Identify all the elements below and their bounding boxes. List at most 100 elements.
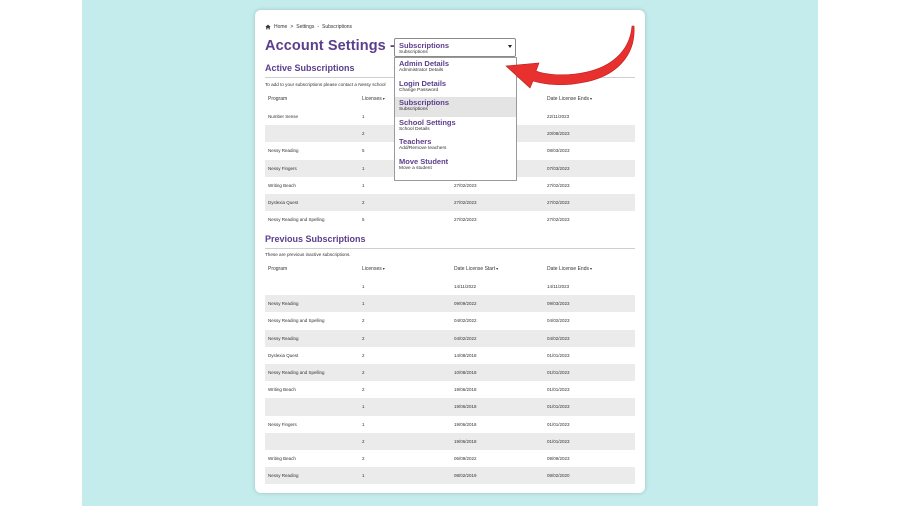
cell-date-start: 27/02/2023	[454, 182, 477, 188]
cell-licenses: 1	[362, 114, 365, 119]
table-row: Nessy Reading 2 04/02/2022 04/02/2023	[265, 329, 635, 347]
cell-licenses: 1	[362, 301, 365, 307]
cell-program: Number Sense	[268, 114, 299, 119]
table-row: 1 14/11/2022 14/11/2023	[265, 278, 635, 295]
previous-note: These are previous inactive subscription…	[265, 252, 351, 257]
cell-date-start: 19/06/2018	[454, 438, 477, 444]
red-arrow-annotation	[505, 25, 635, 89]
cell-date-ends: 07/03/2023	[547, 165, 570, 171]
option-subtitle: Move a student	[399, 165, 432, 171]
cell-date-ends: 01/01/2023	[547, 387, 570, 393]
active-subscriptions-title: Active Subscriptions	[265, 63, 355, 73]
cell-program: Dyslexia Quest	[268, 199, 299, 205]
cell-date-start: 19/06/2018	[454, 404, 477, 410]
sort-down-icon: ▾	[382, 96, 385, 101]
cell-program: Writing Beach	[268, 455, 296, 461]
cell-date-ends: 20/08/2023	[547, 131, 570, 137]
table-row: 2 19/06/2018 01/01/2023	[265, 432, 635, 450]
breadcrumb-separator: >	[290, 24, 294, 30]
cell-date-start: 14/11/2022	[454, 284, 477, 289]
cell-licenses: 2	[362, 199, 365, 205]
cell-date-start: 10/08/2018	[454, 369, 477, 375]
table-row: Nessy Reading and Spelling 2 10/08/2018 01/…	[265, 363, 635, 382]
cell-licenses: 2	[362, 438, 365, 444]
dropdown-option-move-student[interactable]: Move Student Move a student	[395, 156, 516, 176]
cell-program: Nessy Reading and Spelling	[268, 318, 325, 324]
cell-licenses: 1	[362, 404, 365, 410]
cell-date-ends: 27/02/2023	[547, 217, 570, 223]
cell-date-ends: 09/03/2023	[547, 301, 570, 307]
cell-program: Nessy Reading	[268, 148, 299, 154]
cell-licenses: 1	[362, 473, 365, 479]
cell-date-start: 06/09/2022	[454, 455, 477, 461]
cell-date-ends: 27/02/2023	[547, 199, 570, 205]
option-label: Admin Details	[399, 59, 450, 68]
column-date-ends[interactable]: Date License Ends▾	[547, 266, 592, 272]
dropdown-option-login-details[interactable]: Login Details Change Password	[395, 78, 516, 98]
previous-table-header: Program Licenses▾ Date License Start▾ Da…	[265, 262, 635, 276]
divider	[265, 248, 635, 249]
previous-table-body: 1 14/11/2022 14/11/2023 Nessy Reading 1 09/09…	[265, 278, 635, 485]
cell-licenses: 1	[362, 421, 365, 427]
cell-program: Nessy Fingers	[268, 421, 297, 427]
table-row: Nessy Reading 1 08/02/2019 08/02/2020	[265, 467, 635, 485]
cell-program: Writing Beach	[268, 182, 296, 188]
option-subtitle: Administrator Details	[399, 68, 444, 73]
table-row: 1 19/06/2018 01/01/2023	[265, 398, 635, 416]
option-subtitle: School Details	[399, 126, 430, 132]
cell-licenses: 1	[362, 165, 365, 171]
cell-program: Nessy Reading and Spelling	[268, 369, 325, 375]
column-licenses[interactable]: Licenses▾	[362, 96, 385, 102]
cell-date-start: 08/02/2019	[454, 473, 477, 479]
previous-subscriptions-title: Previous Subscriptions	[265, 234, 366, 244]
cell-date-ends: 22/11/2023	[547, 114, 570, 119]
column-date-start[interactable]: Date License Start▾	[454, 266, 498, 272]
table-row: Nessy Fingers 1 19/06/2018 01/01/2023	[265, 416, 635, 433]
home-icon[interactable]	[265, 24, 271, 30]
cell-date-start: 27/02/2023	[454, 217, 477, 223]
cell-date-ends: 14/11/2023	[547, 284, 570, 289]
cell-licenses: 1	[362, 182, 365, 188]
settings-section-select[interactable]: Subscriptions Subscriptions	[394, 38, 516, 57]
option-subtitle: Change Password	[399, 87, 439, 93]
dropdown-option-subscriptions[interactable]: Subscriptions Subscriptions	[395, 97, 516, 117]
cell-date-ends: 01/01/2023	[547, 421, 570, 427]
cell-date-ends: 01/01/2023	[547, 352, 570, 358]
active-note: To add to your subscriptions please cont…	[265, 82, 386, 87]
cell-licenses: 5	[362, 217, 365, 223]
breadcrumb-home[interactable]: Home	[274, 24, 287, 30]
breadcrumb-settings[interactable]: Settings	[296, 24, 314, 30]
dropdown-option-teachers[interactable]: Teachers Add/Remove teachers	[395, 136, 516, 156]
cell-date-ends: 09/09/2023	[547, 455, 570, 461]
page-title: Account Settings -	[265, 38, 395, 54]
cell-program: Writing Beach	[268, 387, 296, 393]
option-label: Login Details	[399, 78, 447, 88]
sort-down-icon: ▾	[382, 266, 385, 271]
cell-licenses: 1	[362, 284, 365, 289]
cell-date-ends: 27/02/2023	[547, 182, 570, 188]
table-row: Nessy Reading and Spelling 2 04/02/2022 04/…	[265, 312, 635, 329]
dropdown-option-admin-details[interactable]: Admin Details Administrator Details	[395, 58, 516, 78]
option-subtitle: Subscriptions	[399, 107, 428, 113]
select-value: Subscriptions	[399, 41, 450, 50]
table-row: Dyslexia Quest 2 14/08/2018 01/01/2023	[265, 347, 635, 364]
breadcrumb-subscriptions[interactable]: Subscriptions	[322, 24, 352, 30]
cell-licenses: 2	[362, 318, 365, 324]
cell-date-ends: 04/02/2023	[547, 335, 570, 341]
select-subtitle: Subscriptions	[399, 50, 428, 55]
option-label: Subscriptions	[399, 98, 450, 108]
breadcrumb: Home > Settings - Subscriptions	[265, 24, 352, 30]
cell-licenses: 2	[362, 455, 365, 461]
cell-program: Nessy Fingers	[268, 165, 297, 171]
cell-licenses: 2	[362, 131, 365, 137]
table-row: Nessy Reading 1 09/09/2022 09/03/2023	[265, 295, 635, 313]
option-subtitle: Add/Remove teachers	[399, 146, 447, 152]
option-label: School Settings	[399, 117, 456, 127]
table-row: Writing Beach 2 19/06/2018 01/01/2023	[265, 381, 635, 398]
cell-date-start: 09/09/2022	[454, 301, 477, 307]
option-label: Move Student	[399, 156, 449, 166]
breadcrumb-separator: -	[317, 24, 320, 30]
cell-program: Nessy Reading and Spelling	[268, 217, 325, 223]
column-licenses[interactable]: Licenses▾	[362, 266, 385, 272]
dropdown-option-school-settings[interactable]: School Settings School Details	[395, 117, 516, 137]
